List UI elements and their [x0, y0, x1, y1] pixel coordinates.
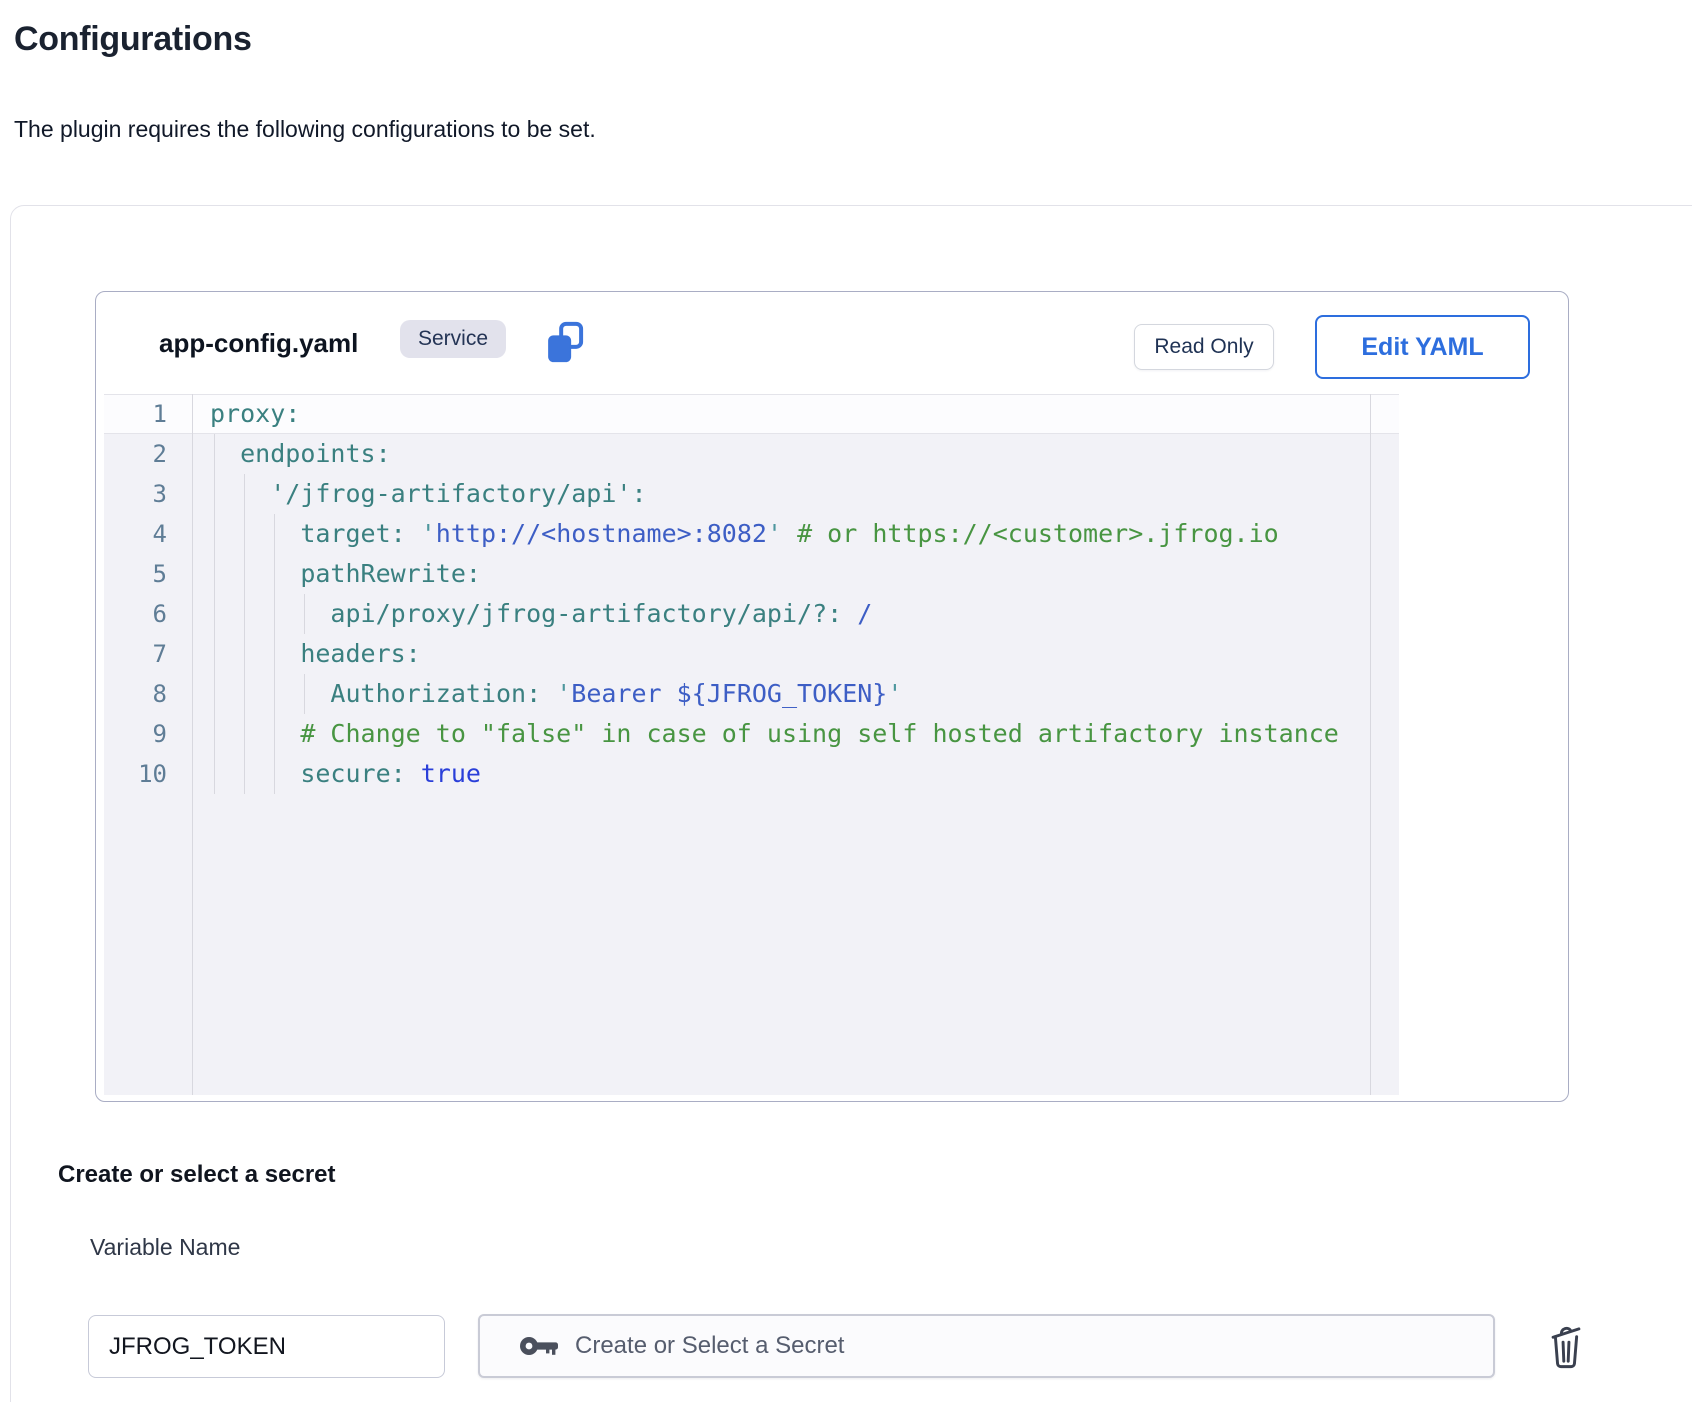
line-number: 10: [104, 754, 167, 794]
indent-guide: [304, 674, 305, 714]
yaml-config-card: app-config.yaml Service Read Only Edit Y…: [95, 291, 1569, 1102]
read-only-button[interactable]: Read Only: [1134, 324, 1274, 370]
line-number: 7: [104, 634, 167, 674]
line-number: 5: [104, 554, 167, 594]
code-line: 2 endpoints:: [104, 434, 1399, 474]
code-line-text: Authorization: 'Bearer ${JFROG_TOKEN}': [210, 674, 902, 714]
editor-scrollbar[interactable]: [1370, 394, 1371, 1095]
copy-icon-glyph: [545, 320, 585, 366]
indent-guide: [214, 554, 215, 594]
page-subtitle: The plugin requires the following config…: [14, 116, 596, 143]
line-number: 3: [104, 474, 167, 514]
indent-guide: [304, 594, 305, 634]
code-line: 9 # Change to "false" in case of using s…: [104, 714, 1399, 754]
indent-guide: [274, 634, 275, 674]
line-number: 8: [104, 674, 167, 714]
indent-guide: [244, 474, 245, 514]
code-line-text: '/jfrog-artifactory/api':: [210, 474, 647, 514]
indent-guide: [214, 474, 215, 514]
code-line-text: api/proxy/jfrog-artifactory/api/?: /: [210, 594, 872, 634]
indent-guide: [274, 554, 275, 594]
line-number: 4: [104, 514, 167, 554]
secret-select[interactable]: Create or Select a Secret: [478, 1314, 1495, 1378]
code-line: 3 '/jfrog-artifactory/api':: [104, 474, 1399, 514]
code-line: 5 pathRewrite:: [104, 554, 1399, 594]
code-line: 6 api/proxy/jfrog-artifactory/api/?: /: [104, 594, 1399, 634]
indent-guide: [214, 434, 215, 474]
indent-guide: [244, 714, 245, 754]
indent-guide: [274, 674, 275, 714]
indent-guide: [274, 714, 275, 754]
indent-guide: [244, 514, 245, 554]
line-number: 6: [104, 594, 167, 634]
code-line: 7 headers:: [104, 634, 1399, 674]
code-line: 8 Authorization: 'Bearer ${JFROG_TOKEN}': [104, 674, 1399, 714]
secret-section-heading: Create or select a secret: [58, 1161, 336, 1189]
code-line-text: # Change to "false" in case of using sel…: [210, 714, 1339, 754]
configurations-page: Configurations The plugin requires the f…: [0, 0, 1692, 1402]
page-title: Configurations: [14, 20, 252, 59]
variable-name-label: Variable Name: [90, 1234, 240, 1261]
yaml-code-editor[interactable]: 1proxy:2 endpoints:3 '/jfrog-artifactory…: [104, 394, 1399, 1095]
file-name: app-config.yaml: [159, 316, 358, 370]
indent-guide: [274, 754, 275, 794]
edit-yaml-button[interactable]: Edit YAML: [1315, 315, 1530, 379]
service-badge: Service: [400, 320, 506, 358]
trash-icon[interactable]: [1542, 1318, 1590, 1374]
code-line: 1 proxy:: [104, 394, 1399, 434]
indent-guide: [214, 754, 215, 794]
configurations-panel: app-config.yaml Service Read Only Edit Y…: [10, 205, 1692, 1402]
code-line-text: pathRewrite:: [210, 554, 481, 594]
gutter-separator: [192, 394, 193, 1095]
secret-select-placeholder: Create or Select a Secret: [575, 1332, 844, 1360]
indent-guide: [274, 594, 275, 634]
indent-guide: [214, 594, 215, 634]
indent-guide: [274, 514, 275, 554]
card-header: app-config.yaml Service Read Only Edit Y…: [96, 292, 1568, 394]
line-number: 9: [104, 714, 167, 754]
indent-guide: [244, 754, 245, 794]
copy-icon[interactable]: [545, 320, 585, 366]
variable-name-input[interactable]: [88, 1315, 445, 1378]
code-line: 4 target: 'http://<hostname>:8082' # or …: [104, 514, 1399, 554]
code-line: 10 secure: true: [104, 754, 1399, 794]
code-line-text: target: 'http://<hostname>:8082' # or ht…: [210, 514, 1279, 554]
code-line-text: headers:: [210, 634, 421, 674]
indent-guide: [214, 674, 215, 714]
indent-guide: [214, 714, 215, 754]
code-line-text: secure: true: [210, 754, 481, 794]
indent-guide: [244, 594, 245, 634]
line-number: 2: [104, 434, 167, 474]
code-line-text: proxy:: [210, 394, 300, 434]
line-number: 1: [104, 394, 167, 434]
indent-guide: [244, 554, 245, 594]
indent-guide: [244, 674, 245, 714]
indent-guide: [244, 634, 245, 674]
code-editor-lines: 1proxy:2 endpoints:3 '/jfrog-artifactory…: [104, 394, 1399, 794]
code-line-text: endpoints:: [210, 434, 391, 474]
indent-guide: [214, 634, 215, 674]
indent-guide: [214, 514, 215, 554]
key-icon: [518, 1329, 560, 1363]
